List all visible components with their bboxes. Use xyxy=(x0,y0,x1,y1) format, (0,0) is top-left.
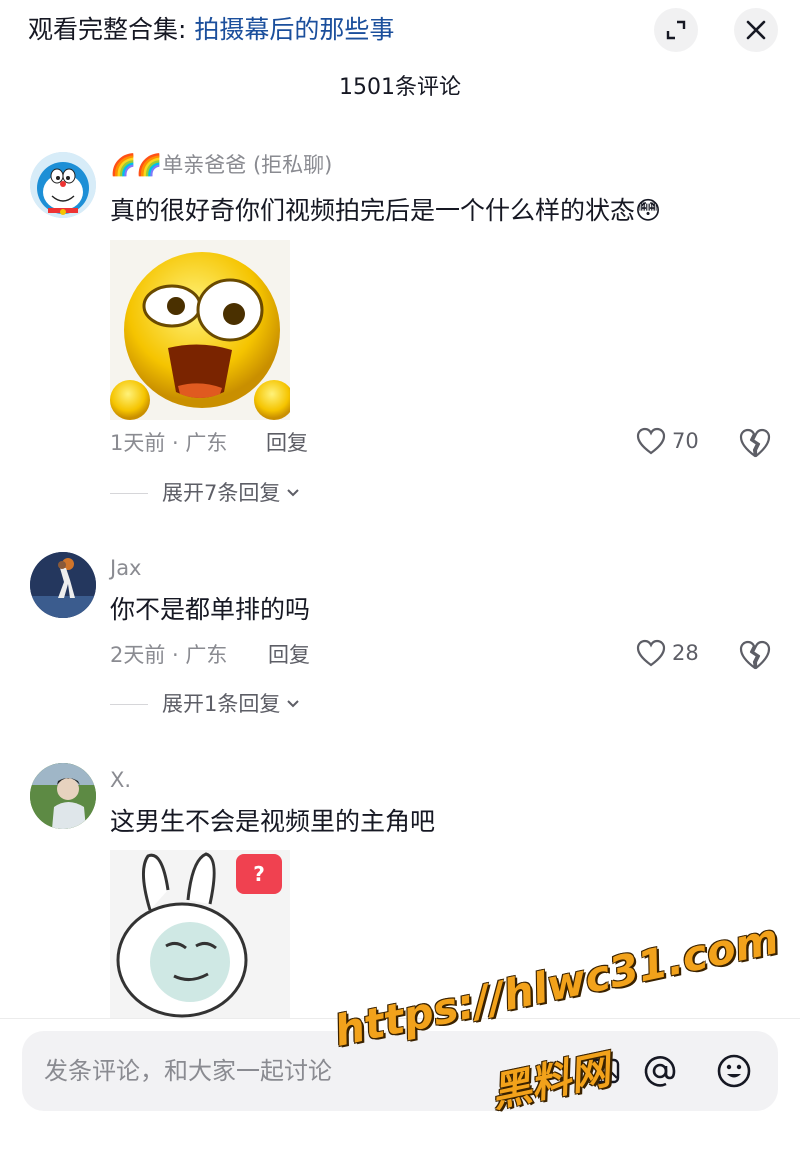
reply-button[interactable]: 回复 xyxy=(266,428,308,458)
divider xyxy=(110,703,148,705)
broken-heart-icon xyxy=(739,428,771,458)
expand-replies-label: 展开1条回复 xyxy=(162,692,281,716)
basketball-player-avatar-icon xyxy=(30,552,96,618)
comment-input-placeholder: 发条评论，和大家一起讨论 xyxy=(44,1057,332,1085)
comment-text-body: 真的很好奇你们视频拍完后是一个什么样的状态 xyxy=(110,196,636,225)
divider xyxy=(110,492,148,494)
heart-icon xyxy=(636,639,666,667)
like-count: 70 xyxy=(672,429,699,453)
expand-replies[interactable]: 展开7条回复 xyxy=(110,478,302,508)
reply-button[interactable]: 回复 xyxy=(268,640,310,670)
avatar[interactable] xyxy=(30,552,96,618)
comment-text: 这男生不会是视频里的主角吧 xyxy=(110,807,436,836)
close-icon xyxy=(746,20,766,40)
question-badge-label: ? xyxy=(253,862,265,886)
comment-username[interactable]: 🌈🌈单亲爸爸 (拒私聊) xyxy=(110,150,332,180)
like-button[interactable]: 70 xyxy=(636,427,699,455)
chevron-down-icon xyxy=(287,700,300,708)
expand-replies[interactable]: 展开1条回复 xyxy=(110,689,302,719)
comment-text: 你不是都单排的吗 xyxy=(110,595,311,624)
question-badge: ? xyxy=(236,854,282,894)
header: 观看完整合集: 拍摄幕后的那些事 xyxy=(0,0,800,62)
dislike-button[interactable] xyxy=(738,427,772,461)
collection-prefix: 观看完整合集: xyxy=(28,15,195,44)
broken-heart-icon xyxy=(739,640,771,670)
comment-username[interactable]: Jax xyxy=(110,553,142,583)
chevron-down-icon xyxy=(287,489,300,497)
comment-meta: 1天前 · 广东 xyxy=(110,431,228,455)
expand-icon xyxy=(666,20,686,40)
expand-replies-label: 展开7条回复 xyxy=(162,481,281,505)
close-button[interactable] xyxy=(734,8,778,52)
collection-link[interactable]: 拍摄幕后的那些事 xyxy=(194,15,394,44)
expand-button[interactable] xyxy=(654,8,698,52)
collection-banner[interactable]: 观看完整合集: 拍摄幕后的那些事 xyxy=(28,12,394,48)
smiley-icon xyxy=(717,1054,751,1088)
at-icon xyxy=(644,1056,676,1087)
heart-icon xyxy=(636,427,666,455)
mention-button[interactable] xyxy=(638,1049,682,1093)
comment-meta: 2天前 · 广东 xyxy=(110,643,228,667)
avatar[interactable] xyxy=(30,763,96,829)
dislike-button[interactable] xyxy=(738,639,772,673)
like-count: 28 xyxy=(672,641,699,665)
doraemon-avatar-icon xyxy=(30,152,96,218)
emoji-button[interactable] xyxy=(712,1049,756,1093)
avatar[interactable] xyxy=(30,152,96,218)
comment-username[interactable]: X. xyxy=(110,765,131,795)
person-avatar-icon xyxy=(30,763,96,829)
sticker-image[interactable]: ? xyxy=(110,850,290,1018)
comment-text: 真的很好奇你们视频拍完后是一个什么样的状态😳 xyxy=(110,193,661,229)
comment-count: 1501条评论 xyxy=(339,75,461,100)
like-button[interactable]: 28 xyxy=(636,639,699,667)
surprised-face-sticker-icon xyxy=(110,252,290,420)
flushed-emoji: 😳 xyxy=(635,196,662,225)
sticker-image[interactable] xyxy=(110,240,290,420)
